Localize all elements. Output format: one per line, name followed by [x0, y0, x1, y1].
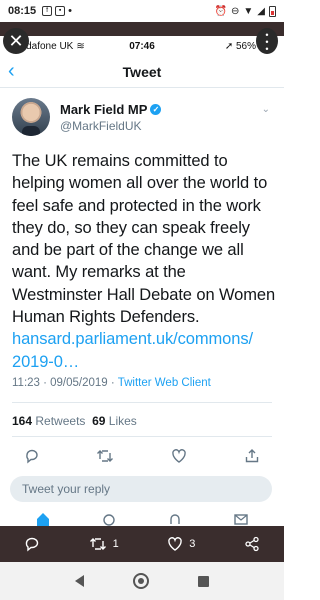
more-options-icon[interactable]: • • •	[256, 28, 278, 54]
viewer-share-button[interactable]	[244, 536, 260, 552]
tweet-header: ‹ Tweet	[0, 56, 284, 88]
dnd-icon: ⊖	[231, 5, 240, 17]
tweet-client-link[interactable]: Twitter Web Client	[118, 377, 211, 389]
facebook-icon: f	[42, 6, 53, 16]
tweet-timestamp: 11:23 · 09/05/2019 ·	[12, 377, 118, 389]
close-icon[interactable]: ✕	[3, 28, 29, 54]
viewer-like-button[interactable]: 3	[167, 536, 195, 552]
viewer-retweet-count: 1	[112, 538, 119, 550]
android-nav-bar	[0, 562, 284, 600]
viewer-comment-button[interactable]	[24, 536, 40, 552]
reply-icon[interactable]	[22, 446, 42, 466]
like-icon[interactable]	[169, 446, 189, 466]
messages-icon	[234, 514, 248, 525]
recents-icon[interactable]	[198, 575, 210, 587]
page-title: Tweet	[122, 63, 162, 80]
gallery-icon: ▪	[55, 6, 66, 16]
divider	[12, 436, 272, 437]
like-count[interactable]: 69	[92, 414, 105, 428]
tweet-body: The UK remains committed to helping wome…	[12, 150, 278, 373]
viewer-top-bar	[0, 22, 284, 36]
battery-icon	[269, 5, 276, 17]
tweet-meta: 11:23 · 09/05/2019 · Twitter Web Client	[12, 377, 211, 389]
home-icon	[37, 513, 49, 526]
share-icon[interactable]	[242, 446, 262, 466]
ios-clock: 07:46	[129, 40, 155, 52]
tweet-actions	[22, 446, 262, 466]
tweet-link[interactable]: hansard.parliament.uk/commons/ 2019-0…	[12, 330, 253, 370]
viewer-action-bar: 1 3	[0, 526, 284, 562]
underlying-tab-bar	[0, 512, 284, 526]
system-icons: ⏰ ⊖ ▼ ◢	[214, 5, 276, 17]
retweet-icon	[89, 538, 106, 550]
notifications-icon	[170, 514, 180, 524]
tweet-text: The UK remains committed to helping wome…	[12, 152, 276, 327]
back-chevron-icon[interactable]: ‹	[8, 60, 15, 83]
comment-icon	[26, 537, 39, 552]
heart-icon	[168, 537, 183, 551]
signal-icon: ◢	[257, 5, 265, 17]
android-clock: 08:15	[8, 5, 37, 17]
tweet-author[interactable]: Mark Field MP ✓ @MarkFieldUK ⌄	[12, 98, 272, 138]
notification-icons: f ▪ •	[42, 5, 72, 17]
reply-input[interactable]: Tweet your reply	[10, 476, 272, 502]
notification-dot: •	[68, 5, 72, 17]
retweet-count[interactable]: 164	[12, 414, 32, 428]
chevron-down-icon[interactable]: ⌄	[262, 104, 270, 115]
handle: @MarkFieldUK	[60, 119, 142, 133]
share-icon	[245, 536, 259, 552]
alarm-icon: ⏰	[214, 5, 227, 17]
tweet-stats: 164 Retweets 69 Likes	[12, 414, 137, 428]
likes-label[interactable]: Likes	[109, 414, 137, 428]
ios-status-bar: • odafone UK ≋ 07:46 ➚ 56%	[0, 36, 284, 56]
search-icon	[103, 514, 115, 526]
display-name: Mark Field MP ✓	[60, 102, 162, 117]
avatar[interactable]	[12, 98, 50, 136]
retweets-label[interactable]: Retweets	[35, 414, 85, 428]
divider	[12, 402, 272, 403]
display-name-text: Mark Field MP	[60, 102, 148, 117]
home-button-icon[interactable]	[132, 573, 149, 589]
reply-placeholder: Tweet your reply	[22, 482, 111, 496]
retweet-icon[interactable]	[95, 446, 115, 466]
viewer-retweet-button[interactable]: 1	[89, 536, 119, 552]
wifi-icon: ▼	[243, 5, 254, 17]
android-status-bar: 08:15 f ▪ • ⏰ ⊖ ▼ ◢	[0, 0, 284, 22]
viewer-like-count: 3	[189, 538, 196, 550]
verified-badge-icon: ✓	[150, 104, 162, 115]
back-icon[interactable]	[74, 575, 84, 587]
author-names: Mark Field MP ✓ @MarkFieldUK	[60, 102, 162, 138]
